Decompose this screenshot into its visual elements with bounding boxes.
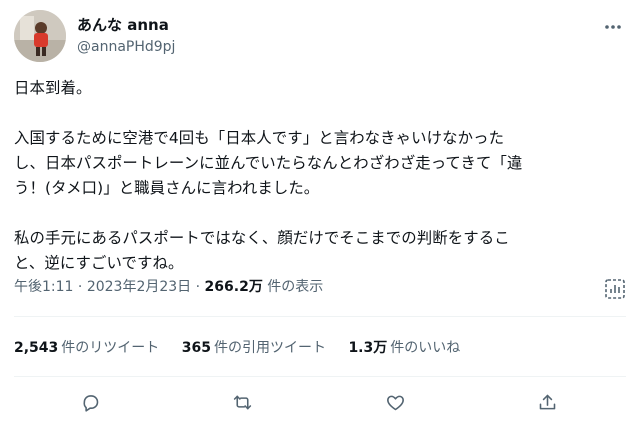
- reply-button[interactable]: [76, 388, 104, 416]
- retweet-icon: [233, 395, 251, 409]
- meta-separator: ·: [73, 279, 87, 295]
- likes-label: 件のいいね: [390, 340, 461, 356]
- tweet-time[interactable]: 午後1:11: [14, 279, 73, 295]
- quotes-stat[interactable]: 365 件の引用ツイート: [182, 338, 326, 358]
- retweets-stat[interactable]: 2,543 件のリツイート: [14, 338, 159, 358]
- more-horizontal-icon[interactable]: [602, 16, 624, 38]
- tweet-header: あんな anna @annaPHd9pj: [14, 10, 626, 62]
- divider: [14, 316, 626, 317]
- like-button[interactable]: [381, 388, 409, 416]
- divider: [14, 376, 626, 377]
- reply-icon: [82, 394, 98, 412]
- likes-stat[interactable]: 1.3万 件のいいね: [348, 338, 460, 358]
- retweets-count: 2,543: [14, 340, 59, 356]
- tweet-date[interactable]: 2023年2月23日: [87, 279, 191, 295]
- quotes-label: 件の引用ツイート: [213, 340, 326, 356]
- analytics-icon[interactable]: [604, 278, 626, 300]
- avatar-photo: [14, 10, 66, 62]
- share-icon: [539, 394, 555, 409]
- views-count: 266.2万: [204, 279, 263, 295]
- tweet-stats: 2,543 件のリツイート 365 件の引用ツイート 1.3万 件のいいね: [14, 338, 478, 358]
- retweet-button[interactable]: [228, 388, 256, 416]
- quotes-count: 365: [181, 340, 211, 356]
- user-handle[interactable]: @annaPHd9pj: [77, 37, 175, 57]
- meta-separator: ·: [191, 279, 205, 295]
- likes-count: 1.3万: [348, 340, 388, 356]
- tweet-text: 日本到着。 入国するために空港で4回も「日本人です」と言わなきゃいけなかった し…: [14, 79, 523, 272]
- heart-icon: [386, 395, 404, 410]
- avatar[interactable]: [14, 10, 66, 62]
- tweet-meta: 午後1:11 · 2023年2月23日 · 266.2万 件の表示: [14, 276, 323, 298]
- action-bar: [14, 388, 626, 416]
- retweets-label: 件のリツイート: [61, 340, 160, 356]
- display-name[interactable]: あんな anna: [77, 15, 175, 35]
- share-button[interactable]: [533, 388, 561, 416]
- views-label: 件の表示: [262, 279, 324, 295]
